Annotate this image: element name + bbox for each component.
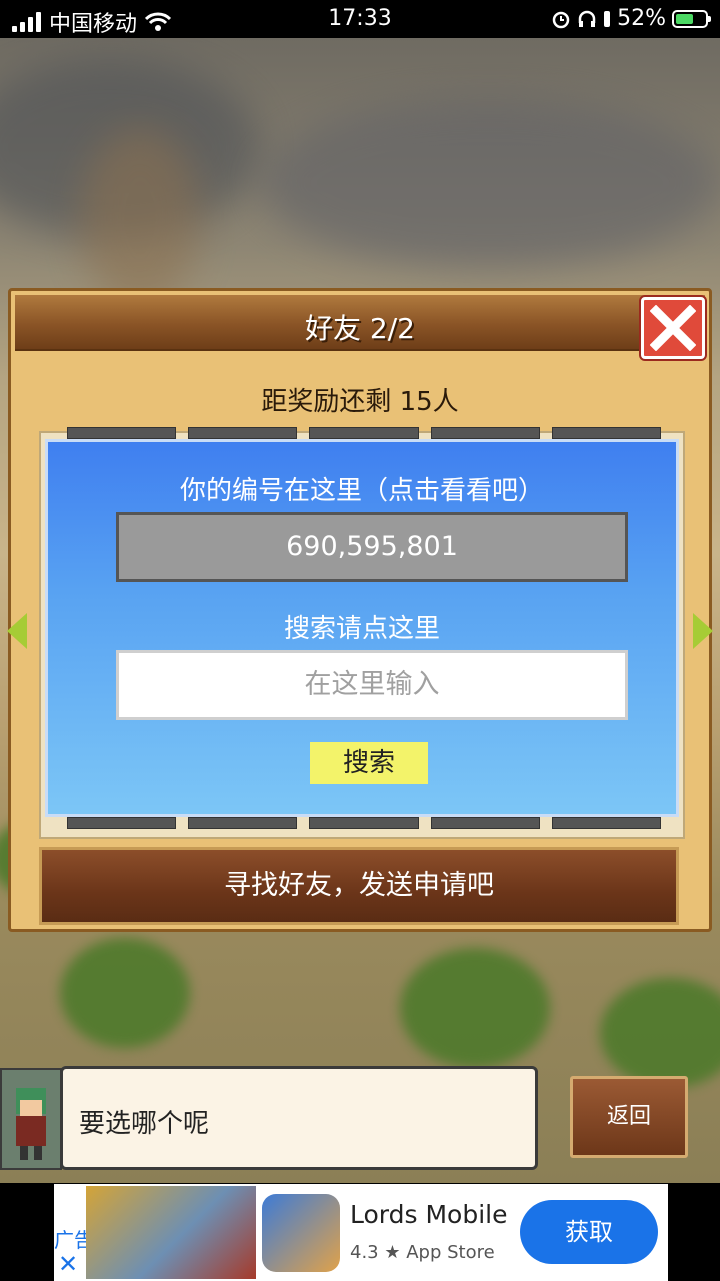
search-label: 搜索请点这里 <box>283 614 440 644</box>
prev-page-arrow-icon[interactable] <box>7 613 27 649</box>
back-button[interactable]: 返回 <box>570 1076 688 1158</box>
battery-percent: 52% <box>617 6 666 31</box>
app-icon[interactable] <box>262 1194 340 1272</box>
status-right: 52% <box>551 6 711 31</box>
battery-icon <box>672 9 711 28</box>
ad-close-icon[interactable]: ✕ <box>58 1250 78 1278</box>
ad-margin-right <box>668 1184 720 1281</box>
search-input[interactable]: 在这里输入 <box>116 650 628 720</box>
ad-app-name[interactable]: Lords Mobile <box>350 1200 507 1229</box>
your-id-value[interactable]: 690,595,801 <box>116 512 628 582</box>
ad-margin-left <box>0 1184 54 1281</box>
slot-row-top <box>67 427 662 439</box>
next-page-arrow-icon[interactable] <box>693 613 713 649</box>
character-portrait <box>0 1068 62 1170</box>
ad-get-button[interactable]: 获取 <box>520 1200 658 1264</box>
orientation-lock-icon <box>604 10 611 27</box>
friends-dialog: 好友 2/2 距奖励还剩 15人 你的编号在这里（点击看看吧） 690,595,… <box>7 288 713 932</box>
ad-rating: 4.3 ★ App Store <box>350 1242 495 1263</box>
friend-board: 你的编号在这里（点击看看吧） 690,595,801 搜索请点这里 在这里输入 … <box>39 427 685 839</box>
close-icon <box>650 305 696 351</box>
speech-text: 要选哪个呢 <box>79 1109 210 1139</box>
your-id-label[interactable]: 你的编号在这里（点击看看吧） <box>48 470 676 507</box>
search-button[interactable]: 搜索 <box>310 742 428 784</box>
headphones-icon <box>578 10 596 27</box>
id-search-panel: 你的编号在这里（点击看看吧） 690,595,801 搜索请点这里 在这里输入 … <box>45 439 679 817</box>
slot-row-bottom <box>67 817 662 829</box>
dialog-title: 好友 2/2 <box>305 312 415 345</box>
character-avatar-icon <box>16 1088 46 1160</box>
close-button[interactable] <box>641 297 705 359</box>
ad-banner[interactable]: 广告 ✕ Lords Mobile 4.3 ★ App Store 获取 <box>54 1184 668 1281</box>
ad-image[interactable] <box>86 1186 256 1279</box>
speech-bubble: 要选哪个呢 <box>60 1066 538 1170</box>
reward-remaining-label: 距奖励还剩 15人 <box>261 387 459 417</box>
find-friends-button[interactable]: 寻找好友，发送申请吧 <box>39 847 679 925</box>
dialog-header: 好友 2/2 <box>15 295 705 351</box>
status-bar: 中国移动 17:33 52% <box>0 0 720 38</box>
alarm-icon <box>552 11 570 28</box>
